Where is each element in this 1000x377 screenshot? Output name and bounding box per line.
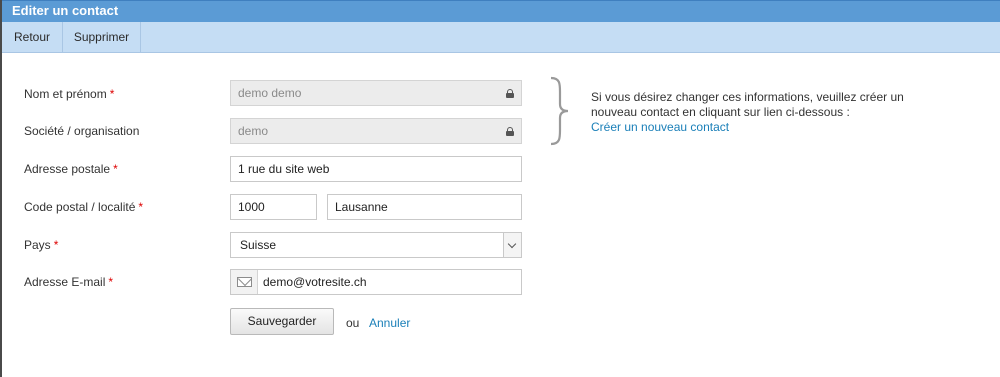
company-field: demo — [230, 118, 522, 144]
required-marker: * — [109, 87, 115, 101]
required-marker: * — [108, 275, 114, 289]
back-button[interactable]: Retour — [2, 22, 63, 53]
window-title: Editer un contact — [2, 0, 1000, 22]
envelope-icon — [237, 277, 252, 287]
email-input[interactable]: demo@votresite.ch — [230, 269, 522, 295]
email-label: Adresse E-mail * — [24, 275, 114, 289]
chevron-down-icon[interactable] — [503, 233, 521, 257]
delete-button[interactable]: Supprimer — [63, 22, 141, 53]
window-left-border — [0, 0, 2, 377]
lock-icon — [506, 127, 514, 136]
save-button[interactable]: Sauvegarder — [230, 308, 334, 335]
company-value: demo — [238, 124, 269, 138]
required-marker: * — [138, 200, 144, 214]
country-label: Pays * — [24, 238, 59, 252]
email-value: demo@votresite.ch — [263, 275, 367, 289]
name-field: demo demo — [230, 80, 522, 106]
postal-label: Code postal / localité * — [24, 200, 144, 214]
required-marker: * — [53, 238, 59, 252]
city-input[interactable]: Lausanne — [327, 194, 522, 220]
lock-icon — [506, 89, 514, 98]
country-selected-value: Suisse — [240, 238, 277, 252]
country-select[interactable]: Suisse — [230, 232, 522, 258]
email-icon-box — [231, 270, 258, 294]
address-label: Adresse postale * — [24, 162, 118, 176]
info-text: Si vous désirez changer ces informations… — [591, 90, 904, 119]
toolbar: Retour Supprimer — [2, 22, 1000, 53]
brace-icon — [550, 76, 569, 146]
zip-input[interactable]: 1000 — [230, 194, 317, 220]
name-value: demo demo — [238, 86, 302, 100]
company-label: Société / organisation — [24, 124, 140, 138]
required-marker: * — [113, 162, 118, 176]
info-panel: Si vous désirez changer ces informations… — [591, 90, 921, 135]
name-label: Nom et prénom * — [24, 87, 115, 101]
create-contact-link[interactable]: Créer un nouveau contact — [591, 120, 921, 135]
address-input[interactable]: 1 rue du site web — [230, 156, 522, 182]
or-text: ou — [346, 316, 360, 330]
cancel-link[interactable]: Annuler — [369, 316, 410, 330]
